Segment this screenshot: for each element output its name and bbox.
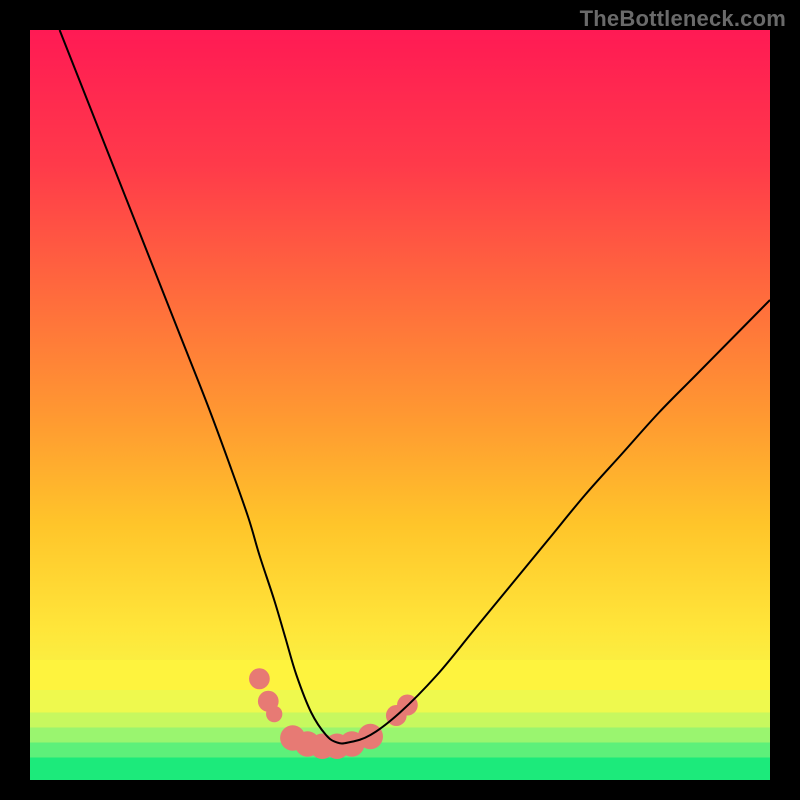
bottleneck-chart bbox=[30, 30, 770, 780]
watermark-label: TheBottleneck.com bbox=[580, 6, 786, 32]
chart-frame: TheBottleneck.com bbox=[0, 0, 800, 800]
